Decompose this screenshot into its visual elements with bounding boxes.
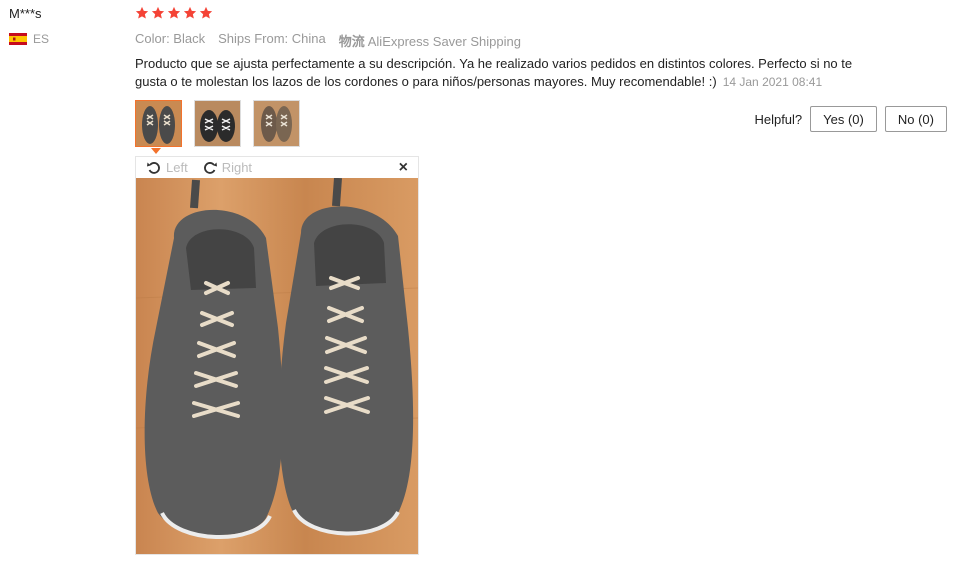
photo-thumbnail-3[interactable] xyxy=(253,100,300,147)
star-icon xyxy=(151,6,165,19)
rotate-left-icon[interactable] xyxy=(146,160,162,176)
close-icon[interactable]: × xyxy=(399,159,408,177)
review-photo-large xyxy=(136,178,418,554)
reviewer-name: M***s xyxy=(9,6,42,21)
photo-thumbnail-2[interactable] xyxy=(194,100,241,147)
shipping-method: 物流 AliExpress Saver Shipping xyxy=(339,31,521,50)
shoe-photo-thumbnail-icon xyxy=(136,101,181,146)
helpful-no-button[interactable]: No (0) xyxy=(884,106,947,132)
shoe-photo-thumbnail-icon xyxy=(195,101,240,146)
photo-viewer: Left Right × xyxy=(135,156,419,555)
spain-flag-icon xyxy=(9,33,27,45)
star-rating xyxy=(135,6,213,20)
order-attributes: Color: Black Ships From: China 物流 AliExpr… xyxy=(135,31,521,50)
review-date: 14 Jan 2021 08:41 xyxy=(722,75,823,89)
reviewer-country: ES xyxy=(9,32,49,46)
ships-from-attribute: Ships From: China xyxy=(218,31,326,46)
helpful-label: Helpful? xyxy=(754,111,803,127)
shoe-photo-thumbnail-icon xyxy=(254,101,299,146)
photo-thumbnail-1[interactable] xyxy=(135,100,182,147)
helpful-yes-button[interactable]: Yes (0) xyxy=(810,106,877,132)
review-photo-thumbnails xyxy=(135,100,300,147)
star-icon xyxy=(167,6,181,19)
country-code: ES xyxy=(33,32,50,46)
selected-thumbnail-pointer xyxy=(151,148,161,154)
shoes-photo xyxy=(136,178,418,554)
rotate-left-label[interactable]: Left xyxy=(166,160,188,175)
photo-viewer-toolbar: Left Right × xyxy=(136,157,418,178)
review-content: Producto que se ajusta perfectamente a s… xyxy=(135,55,860,91)
rotate-right-icon[interactable] xyxy=(202,160,218,176)
star-icon xyxy=(135,6,149,19)
star-icon xyxy=(183,6,197,19)
helpful-vote: Helpful? Yes (0) No (0) xyxy=(754,106,947,132)
logistics-logo: 物流 xyxy=(338,34,365,49)
color-attribute: Color: Black xyxy=(135,31,206,46)
star-icon xyxy=(199,6,213,19)
shipping-method-label: AliExpress Saver Shipping xyxy=(367,34,521,49)
rotate-right-label[interactable]: Right xyxy=(222,160,252,175)
